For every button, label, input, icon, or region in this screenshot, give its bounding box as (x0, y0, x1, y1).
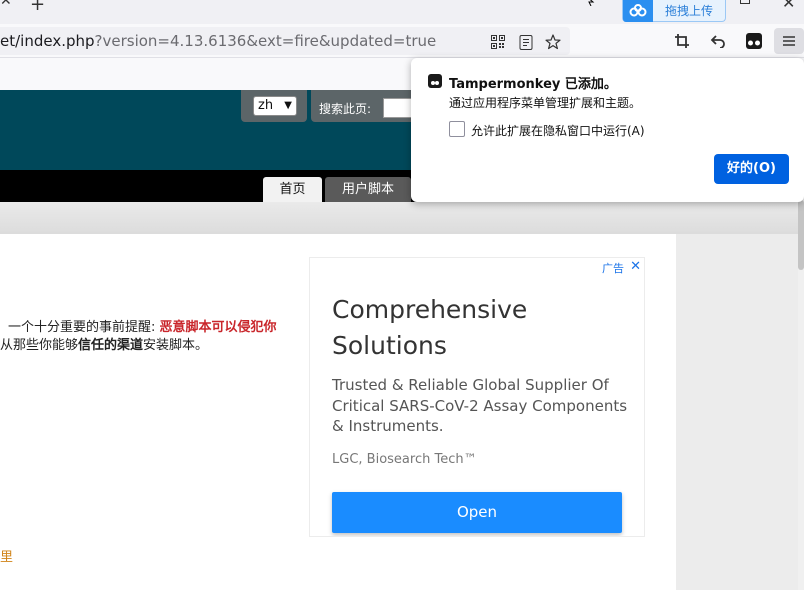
browser-window: ✕ + 拖拽上传 ✕ et/index.php?version=4.13.613… (0, 0, 804, 590)
ad-open-button[interactable]: Open (332, 492, 622, 533)
baidu-upload-label: 拖拽上传 (664, 4, 713, 18)
baidu-cloud-icon (623, 0, 653, 22)
ad-label[interactable]: 广告 (602, 260, 624, 276)
notice-warning: 恶意脚本可以侵犯你 (159, 320, 277, 335)
tab-home[interactable]: 首页 (263, 177, 322, 202)
extension-added-popup: Tampermonkey 已添加。 通过应用程序菜单管理扩展和主题。 允许此扩展… (411, 58, 804, 202)
private-window-label[interactable]: 允许此扩展在隐私窗口中运行(A) (471, 122, 645, 139)
search-panel: 搜索此页: (311, 90, 423, 122)
plus-icon[interactable]: + (30, 0, 45, 15)
notice-part-b: 信任的渠道 (78, 338, 144, 353)
ad-title[interactable]: Comprehensive Solutions (332, 292, 632, 364)
notice-text: 一个十分重要的事前提醒: (8, 320, 160, 335)
search-label: 搜索此页: (319, 102, 372, 116)
window-maximize-icon[interactable] (740, 0, 750, 4)
tampermonkey-icon[interactable] (745, 32, 763, 50)
undo-arrow-icon[interactable] (709, 32, 727, 50)
advertisement[interactable]: 广告 ✕ Comprehensive Solutions Trusted & R… (309, 257, 645, 537)
star-icon[interactable] (545, 34, 561, 50)
tab-strip: ✕ + 拖拽上传 ✕ (0, 0, 804, 24)
url-bar[interactable]: et/index.php?version=4.13.6136&ext=fire&… (0, 27, 570, 55)
scrollbar-thumb[interactable] (798, 200, 804, 270)
notice-part-a: 从那些你能够 (0, 338, 79, 353)
notice-line-1: 一个十分重要的事前提醒: 恶意脚本可以侵犯你 (8, 316, 277, 335)
ad-close-icon[interactable]: ✕ (630, 259, 641, 274)
private-window-checkbox[interactable] (449, 121, 465, 137)
language-selector-panel: zh ▼ (241, 90, 307, 122)
notice-line-2: 从那些你能够信任的渠道安装脚本。 (0, 334, 208, 353)
qr-code-icon[interactable] (490, 34, 506, 50)
sidebar (676, 234, 798, 590)
tampermonkey-icon (428, 74, 442, 88)
breadcrumb-band (0, 202, 798, 234)
orange-link[interactable]: 里 (0, 546, 13, 565)
notice-part-c: 安装脚本。 (143, 338, 209, 353)
crop-icon[interactable] (673, 32, 691, 50)
popup-subtitle: 通过应用程序菜单管理扩展和主题。 (449, 96, 642, 110)
ad-brand: LGC, Biosearch Tech™ (332, 452, 477, 467)
reader-view-icon[interactable] (518, 34, 534, 50)
close-icon[interactable]: ✕ (0, 0, 14, 8)
chevron-down-icon: ▼ (284, 100, 292, 111)
navigation-toolbar: et/index.php?version=4.13.6136&ext=fire&… (0, 24, 804, 58)
ad-description: Trusted & Reliable Global Supplier Of Cr… (332, 376, 628, 435)
baidu-upload-button[interactable]: 拖拽上传 (622, 0, 726, 22)
hamburger-menu-icon[interactable] (774, 28, 804, 54)
tab-userscripts[interactable]: 用户脚本 (325, 177, 411, 202)
popup-title: Tampermonkey 已添加。 (449, 77, 617, 92)
language-select[interactable]: zh ▼ (253, 96, 297, 116)
url-text[interactable]: et/index.php?version=4.13.6136&ext=fire&… (0, 32, 436, 50)
language-value: zh (258, 98, 274, 113)
ok-button[interactable]: 好的(O) (714, 154, 789, 184)
mouse-cursor-icon (588, 0, 595, 6)
window-close-icon[interactable]: ✕ (782, 0, 795, 12)
